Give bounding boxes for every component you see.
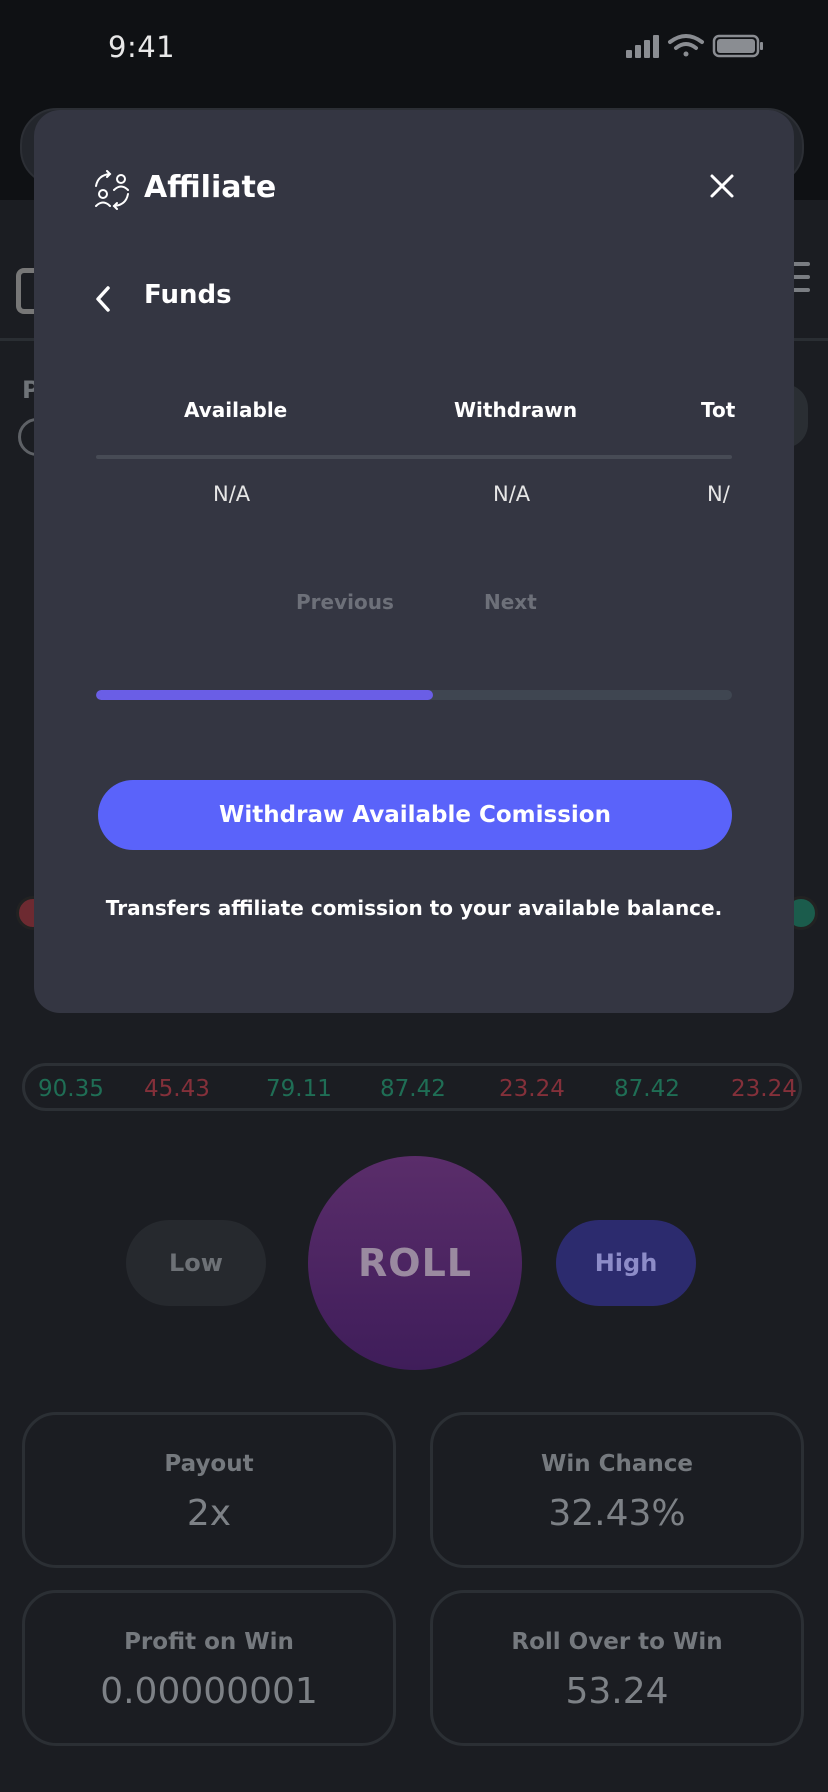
history-item: 90.35 xyxy=(38,1076,104,1102)
status-time: 9:41 xyxy=(108,30,176,64)
profit-on-win-label: Profit on Win xyxy=(124,1629,294,1655)
win-chance-label: Win Chance xyxy=(540,1451,693,1477)
low-button[interactable]: Low xyxy=(126,1220,266,1306)
table-divider xyxy=(96,455,732,459)
history-item: 23.24 xyxy=(731,1076,797,1102)
high-button[interactable]: High xyxy=(556,1220,696,1306)
previous-button[interactable]: Previous xyxy=(296,590,394,614)
status-icons xyxy=(626,34,763,58)
modal-title: Affiliate xyxy=(144,170,277,205)
signal-icon xyxy=(626,35,659,58)
total-value: N/ xyxy=(707,482,730,506)
history-item: 23.24 xyxy=(499,1076,565,1102)
withdrawn-value: N/A xyxy=(493,482,531,506)
column-header-total: Tot xyxy=(701,398,736,422)
affiliate-modal xyxy=(34,110,794,1013)
column-header-withdrawn: Withdrawn xyxy=(454,398,578,422)
roll-button[interactable]: ROLL xyxy=(308,1156,522,1370)
roll-over-label: Roll Over to Win xyxy=(511,1629,723,1655)
battery-icon xyxy=(712,34,763,58)
roll-over-value: 53.24 xyxy=(565,1671,669,1712)
next-button[interactable]: Next xyxy=(484,590,537,614)
column-header-available: Available xyxy=(184,398,288,422)
available-value: N/A xyxy=(213,482,251,506)
history-item: 87.42 xyxy=(380,1076,446,1102)
payout-value: 2x xyxy=(186,1493,232,1534)
back-arrow-icon[interactable] xyxy=(92,284,114,314)
payout-label: Payout xyxy=(164,1451,254,1477)
history-item: 79.11 xyxy=(266,1076,332,1102)
history-item: 45.43 xyxy=(144,1076,210,1102)
withdraw-description: Transfers affiliate comission to your av… xyxy=(105,896,723,920)
win-chance-card: Win Chance 32.43% xyxy=(430,1412,804,1568)
wifi-icon xyxy=(668,34,704,57)
withdraw-commission-button[interactable]: Withdraw Available Comission xyxy=(98,780,732,850)
progress-bar xyxy=(96,690,732,700)
section-title: Funds xyxy=(144,280,232,310)
roll-history: 90.35 45.43 79.11 87.42 23.24 87.42 23.2… xyxy=(22,1063,802,1111)
progress-fill xyxy=(96,690,434,700)
close-icon[interactable] xyxy=(708,172,736,200)
payout-card: Payout 2x xyxy=(22,1412,396,1568)
affiliate-icon xyxy=(95,170,129,210)
history-item: 87.42 xyxy=(614,1076,680,1102)
profit-on-win-value: 0.00000001 xyxy=(100,1671,318,1712)
profit-on-win-card: Profit on Win 0.00000001 xyxy=(22,1590,396,1746)
roll-over-card: Roll Over to Win 53.24 xyxy=(430,1590,804,1746)
win-chance-value: 32.43% xyxy=(548,1493,686,1534)
